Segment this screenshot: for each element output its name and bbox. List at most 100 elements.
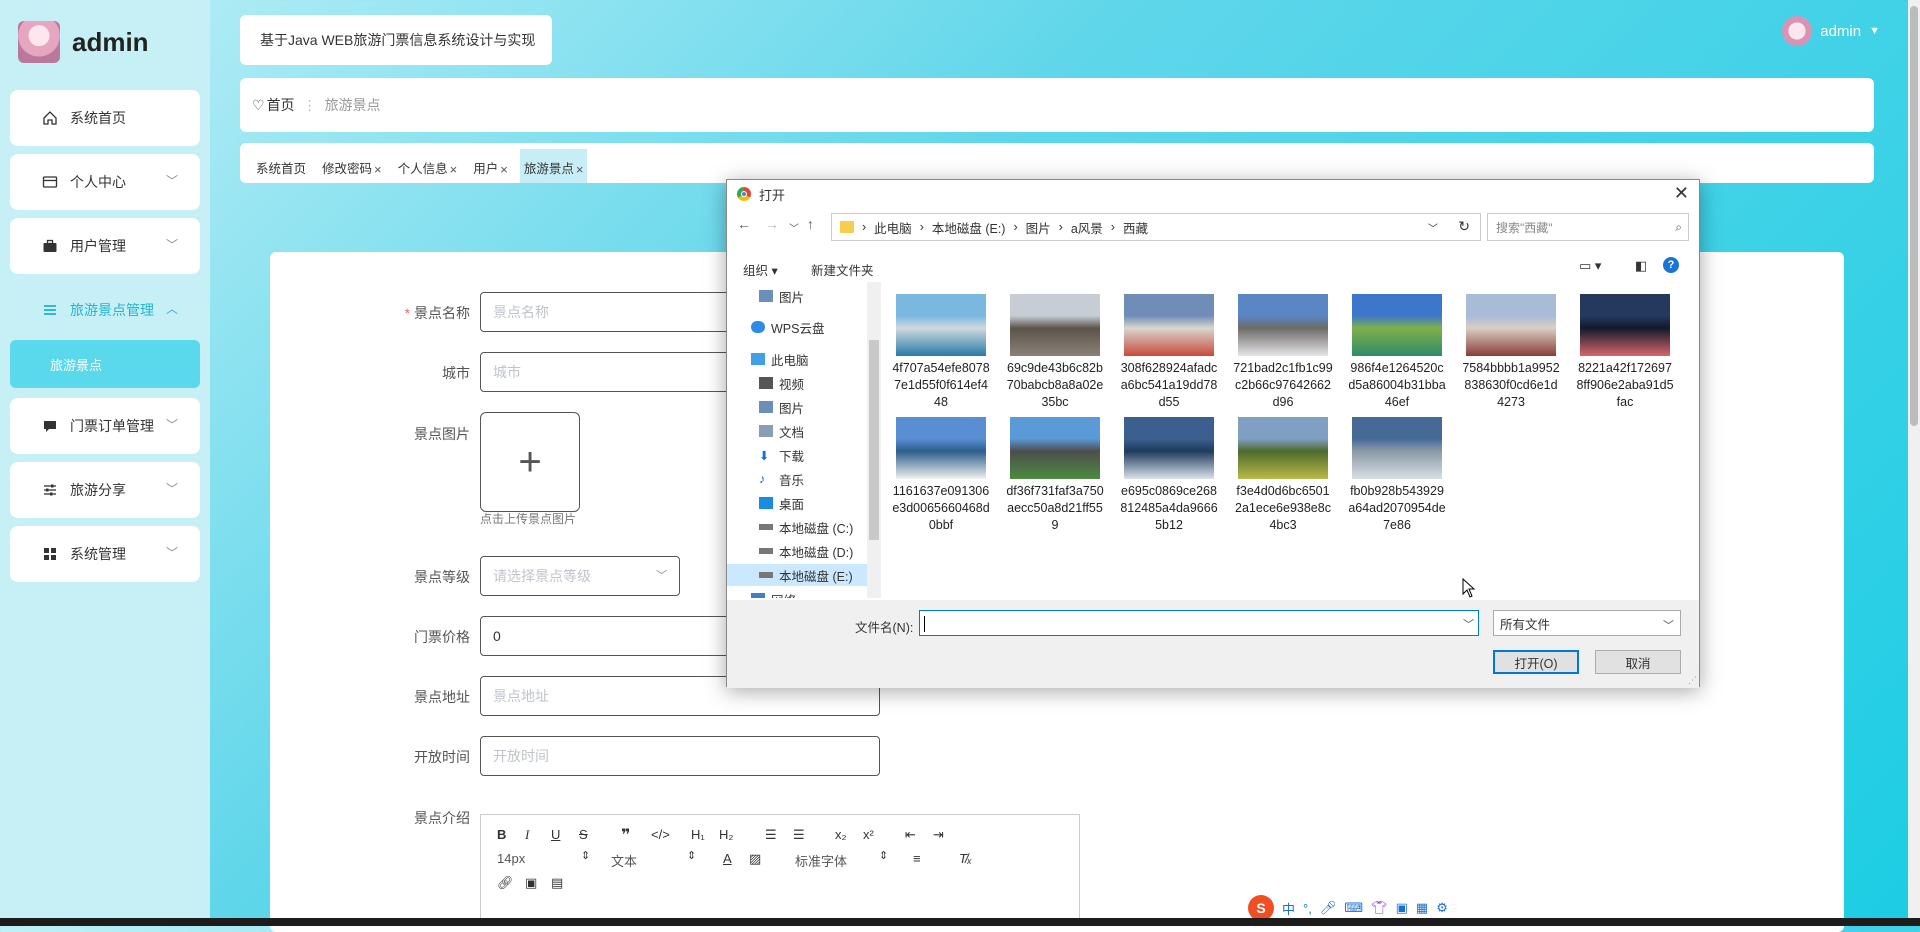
- nav-item-videos[interactable]: 视频: [727, 372, 879, 394]
- punctuation-icon[interactable]: °,: [1303, 901, 1312, 916]
- nav-item-pictures[interactable]: 图片📌︎: [727, 285, 879, 307]
- nav-item-pictures-2[interactable]: 图片: [727, 396, 879, 418]
- new-folder-button[interactable]: 新建文件夹: [811, 260, 874, 279]
- close-icon[interactable]: ×: [450, 162, 458, 177]
- file-item[interactable]: 721bad2c1fb1c99c2b66c97642662d96: [1233, 294, 1333, 411]
- rich-text-editor[interactable]: B I U S ❞ </> H₁ H₂ ☰ ☰ x₂ x² ⇤ ⇥ 14px ⇕…: [480, 814, 1080, 926]
- breadcrumb-home[interactable]: 首页: [267, 95, 295, 115]
- level-select[interactable]: 请选择景点等级 ﹀: [480, 556, 680, 596]
- font-size-select[interactable]: 14px: [497, 851, 525, 866]
- video-icon[interactable]: ▤: [551, 875, 563, 891]
- sidebar-item-home[interactable]: 系统首页: [10, 90, 200, 146]
- nav-item-drive-c[interactable]: 本地磁盘 (C:): [727, 516, 879, 538]
- close-icon[interactable]: ×: [576, 162, 584, 177]
- submenu-item-attractions[interactable]: 旅游景点: [10, 340, 200, 388]
- italic-icon[interactable]: I: [525, 827, 529, 843]
- sidebar-item-attractions[interactable]: 旅游景点管理 ︿: [10, 282, 200, 338]
- skin-icon[interactable]: 👕︎: [1371, 900, 1388, 916]
- tag-change-password[interactable]: 修改密码 ×: [318, 149, 386, 183]
- tag-users[interactable]: 用户 ×: [469, 149, 512, 183]
- align-icon[interactable]: ≡: [913, 851, 921, 866]
- tag-attractions[interactable]: 旅游景点 ×: [519, 149, 588, 183]
- quote-icon[interactable]: ❞: [621, 825, 630, 845]
- close-icon[interactable]: ✕: [1674, 183, 1689, 204]
- sidebar-item-profile[interactable]: 个人中心 ﹀: [10, 154, 200, 210]
- bold-icon[interactable]: B: [497, 827, 506, 842]
- nav-item-this-pc[interactable]: 此电脑: [727, 348, 879, 370]
- path-segment[interactable]: 西藏: [1123, 218, 1148, 237]
- sidebar-item-share[interactable]: 旅游分享 ﹀: [10, 462, 200, 518]
- tag-personal-info[interactable]: 个人信息 ×: [394, 149, 462, 183]
- file-item[interactable]: df36f731faf3a750aecc50a8d21ff559: [1005, 417, 1105, 534]
- indent-icon[interactable]: ⇥: [933, 827, 944, 843]
- path-segment[interactable]: 本地磁盘 (E:): [932, 218, 1006, 237]
- settings-icon[interactable]: ⚙: [1436, 900, 1448, 916]
- nav-item-downloads[interactable]: ⬇ 下载: [727, 444, 879, 466]
- sidebar-item-system[interactable]: 系统管理 ﹀: [10, 526, 200, 582]
- bullet-list-icon[interactable]: ☰: [793, 827, 805, 843]
- view-options-icon[interactable]: ▭ ▾: [1579, 258, 1601, 274]
- nav-item-documents[interactable]: 文档: [727, 420, 879, 442]
- font-color-icon[interactable]: A: [723, 851, 732, 866]
- nav-item-drive-e[interactable]: 本地磁盘 (E:): [727, 564, 879, 586]
- font-family-select[interactable]: 标准字体: [795, 851, 847, 870]
- path-segment[interactable]: 图片: [1026, 218, 1051, 237]
- keyboard-icon[interactable]: ⌨: [1344, 900, 1363, 916]
- nav-item-music[interactable]: ♪ 音乐: [727, 468, 879, 490]
- file-item[interactable]: 69c9de43b6c82b70babcb8a8a02e35bc: [1005, 294, 1105, 411]
- ime-mode[interactable]: 中: [1282, 899, 1295, 918]
- resize-grip-icon[interactable]: ⋰: [1688, 675, 1697, 686]
- user-menu[interactable]: admin ▼: [1782, 16, 1880, 46]
- clear-format-icon[interactable]: T̸ₓ: [959, 851, 972, 866]
- close-icon[interactable]: ×: [500, 162, 508, 177]
- sidebar-item-orders[interactable]: 门票订单管理 ﹀: [10, 398, 200, 454]
- file-item[interactable]: 4f707a54efe80787e1d55f0f614ef448: [891, 294, 991, 411]
- apps-icon[interactable]: ▦: [1416, 900, 1428, 916]
- file-item[interactable]: 308f628924afadca6bc541a19dd78d55: [1119, 294, 1219, 411]
- file-item[interactable]: 986f4e1264520cd5a86004b31bba46ef: [1347, 294, 1447, 411]
- navigation-scrollbar-thumb[interactable]: [869, 340, 879, 540]
- background-color-icon[interactable]: ▨: [749, 851, 761, 867]
- outdent-icon[interactable]: ⇤: [905, 827, 916, 843]
- open-button[interactable]: 打开(O): [1493, 650, 1579, 674]
- tag-home[interactable]: 系统首页: [252, 149, 310, 183]
- forward-arrow-icon[interactable]: →: [765, 216, 779, 232]
- nav-item-network[interactable]: 网络: [727, 588, 879, 598]
- back-arrow-icon[interactable]: ←: [737, 216, 751, 232]
- filename-input[interactable]: ﹀: [919, 610, 1479, 636]
- sidebar-item-users[interactable]: 用户管理 ﹀: [10, 218, 200, 274]
- block-format-select[interactable]: 文本: [611, 851, 637, 870]
- help-icon[interactable]: ?: [1663, 257, 1679, 273]
- path-segment[interactable]: a风景: [1071, 218, 1103, 237]
- address-bar[interactable]: › 此电脑 › 本地磁盘 (E:) › 图片 › a风景 › 西藏 ﹀ ↻: [831, 213, 1481, 241]
- toolbox-icon[interactable]: ▣: [1396, 900, 1408, 916]
- h1-icon[interactable]: H₁: [691, 827, 705, 842]
- subscript-icon[interactable]: x₂: [835, 827, 847, 842]
- chevron-down-icon[interactable]: ﹀: [1428, 220, 1438, 235]
- link-icon[interactable]: 🔗︎: [497, 875, 514, 891]
- recent-dropdown-icon[interactable]: ﹀: [789, 220, 799, 235]
- microphone-icon[interactable]: 🎤︎: [1320, 900, 1337, 916]
- file-item[interactable]: 7584bbbb1a9952838630f0cd6e1d4273: [1461, 294, 1561, 411]
- up-arrow-icon[interactable]: ↑: [807, 216, 814, 232]
- underline-icon[interactable]: U: [551, 827, 560, 842]
- filetype-select[interactable]: 所有文件 ﹀: [1493, 610, 1681, 636]
- open-time-input[interactable]: 开放时间: [480, 736, 880, 776]
- file-item[interactable]: 8221a42f1726978ff906e2aba91d5fac: [1575, 294, 1675, 411]
- path-segment[interactable]: 此电脑: [874, 218, 912, 237]
- superscript-icon[interactable]: x²: [863, 827, 874, 842]
- chevron-down-icon[interactable]: ﹀: [1463, 616, 1474, 632]
- code-icon[interactable]: </>: [651, 827, 670, 842]
- h2-icon[interactable]: H₂: [719, 827, 733, 842]
- search-input[interactable]: 搜索"西藏" ⌕: [1487, 213, 1689, 241]
- file-item[interactable]: 1161637e091306e3d0065660468d0bbf: [891, 417, 991, 534]
- image-icon[interactable]: ▣: [525, 875, 537, 891]
- strike-icon[interactable]: S: [579, 827, 588, 842]
- file-item[interactable]: f3e4d0d6bc65012a1ece6e938e8c4bc3: [1233, 417, 1333, 534]
- nav-item-wps-cloud[interactable]: WPS云盘: [727, 316, 879, 338]
- image-upload-button[interactable]: +: [480, 412, 580, 512]
- refresh-icon[interactable]: ↻: [1458, 218, 1470, 235]
- close-icon[interactable]: ×: [374, 162, 382, 177]
- ordered-list-icon[interactable]: ☰: [765, 827, 777, 843]
- organize-button[interactable]: 组织 ▾: [743, 260, 778, 279]
